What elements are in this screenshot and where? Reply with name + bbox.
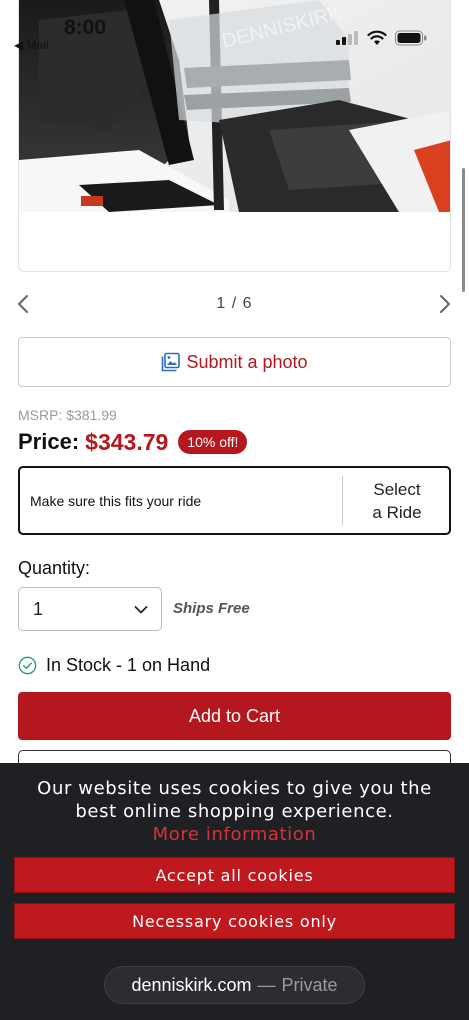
url-domain: denniskirk.com (131, 974, 252, 995)
quantity-select[interactable]: 1 (18, 587, 162, 631)
quantity-value: 1 (33, 599, 44, 619)
check-circle-icon (18, 656, 37, 674)
necessary-cookies-only-button[interactable]: Necessary cookies only (14, 903, 455, 939)
submit-photo-label: Submit a photo (186, 351, 308, 372)
fitment-check-box: Make sure this fits your ride Select a R… (18, 466, 451, 535)
cookie-message: Our website uses cookies to give you the… (37, 778, 432, 822)
select-ride-button[interactable]: Select a Ride (343, 476, 451, 525)
stock-text: In Stock - 1 on Hand (46, 654, 211, 675)
discount-badge: 10% off! (178, 430, 248, 454)
submit-photo-button[interactable]: Submit a photo (18, 337, 451, 387)
cellular-signal-icon (336, 31, 358, 45)
browser-url-bar[interactable]: denniskirk.com — Private (104, 966, 365, 1004)
stock-status: In Stock - 1 on Hand (18, 654, 210, 676)
image-counter: 1 / 6 (216, 295, 253, 312)
quantity-label: Quantity: (18, 558, 91, 578)
image-pager: 1 / 6 (0, 288, 469, 320)
page-scrollbar[interactable] (462, 168, 465, 292)
status-bar: 8:00 ◀ Mail (0, 0, 469, 60)
msrp-price: MSRP: $381.99 (18, 407, 117, 423)
browsing-mode-label: Private (281, 974, 338, 995)
price-value: $343.79 (85, 428, 169, 455)
accept-all-cookies-button[interactable]: Accept all cookies (14, 857, 455, 893)
image-icon (162, 352, 181, 372)
fitment-text: Make sure this fits your ride (30, 493, 202, 509)
price-row: Price: $343.79 10% off! (18, 427, 248, 457)
back-to-mail-link[interactable]: ◀ Mail (14, 38, 49, 52)
price-label: Price: (18, 429, 80, 454)
more-information-link[interactable]: More information (20, 823, 449, 846)
cookie-message-block: Our website uses cookies to give you the… (0, 777, 469, 846)
wifi-icon (367, 30, 387, 45)
status-time: 8:00 (64, 16, 107, 39)
add-to-cart-button[interactable]: Add to Cart (18, 692, 451, 740)
chevron-right-icon[interactable] (432, 292, 456, 316)
ships-free-label: Ships Free (173, 600, 250, 617)
chevron-down-icon (134, 606, 148, 614)
url-separator: — (257, 974, 276, 995)
battery-icon (395, 30, 427, 46)
